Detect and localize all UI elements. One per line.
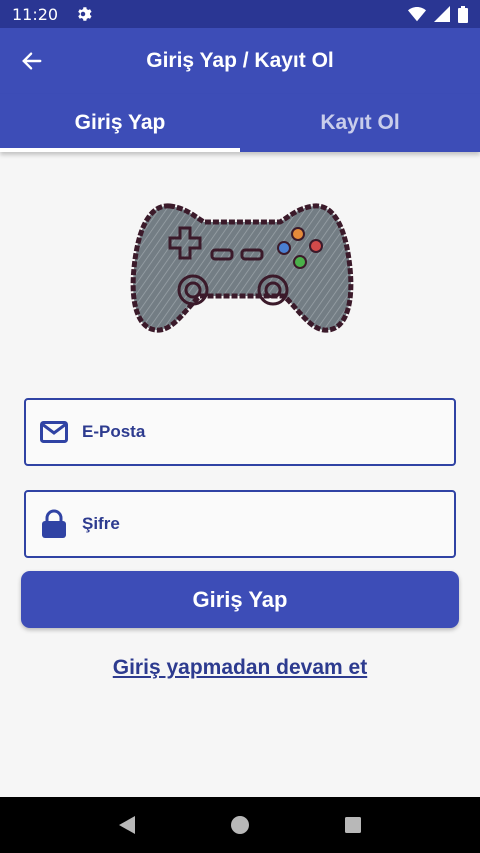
tab-register-label: Kayıt Ol xyxy=(320,111,400,134)
email-field-label: E-Posta xyxy=(82,422,146,441)
guest-continue-link[interactable]: Giriş yapmadan devam et xyxy=(0,656,480,680)
recents-square-icon[interactable] xyxy=(333,805,373,845)
home-circle-icon[interactable] xyxy=(220,805,260,845)
battery-icon xyxy=(458,5,468,23)
tab-indicator xyxy=(0,148,240,152)
tab-bar: Giriş Yap Kayıt Ol xyxy=(0,94,480,152)
email-field[interactable]: E-Posta xyxy=(24,398,456,466)
lock-icon xyxy=(26,492,82,556)
password-field[interactable]: Şifre xyxy=(24,490,456,558)
tab-login-label: Giriş Yap xyxy=(74,111,166,134)
mail-icon xyxy=(26,400,82,464)
back-arrow-icon[interactable] xyxy=(0,28,64,94)
back-triangle-icon[interactable] xyxy=(107,805,147,845)
gear-icon xyxy=(74,5,92,23)
tab-register[interactable]: Kayıt Ol xyxy=(240,94,480,152)
system-nav-bar xyxy=(0,797,480,853)
gamepad-icon xyxy=(130,203,354,333)
status-time: 11:20 xyxy=(12,4,59,24)
wifi-icon xyxy=(408,7,426,22)
status-bar: 11:20 xyxy=(0,0,480,28)
password-field-label: Şifre xyxy=(82,514,120,533)
app-bar: Giriş Yap / Kayıt Ol xyxy=(0,28,480,94)
page-title: Giriş Yap / Kayıt Ol xyxy=(146,49,334,72)
tab-login[interactable]: Giriş Yap xyxy=(0,94,240,152)
login-button[interactable]: Giriş Yap xyxy=(21,571,459,628)
signal-icon xyxy=(434,6,450,22)
